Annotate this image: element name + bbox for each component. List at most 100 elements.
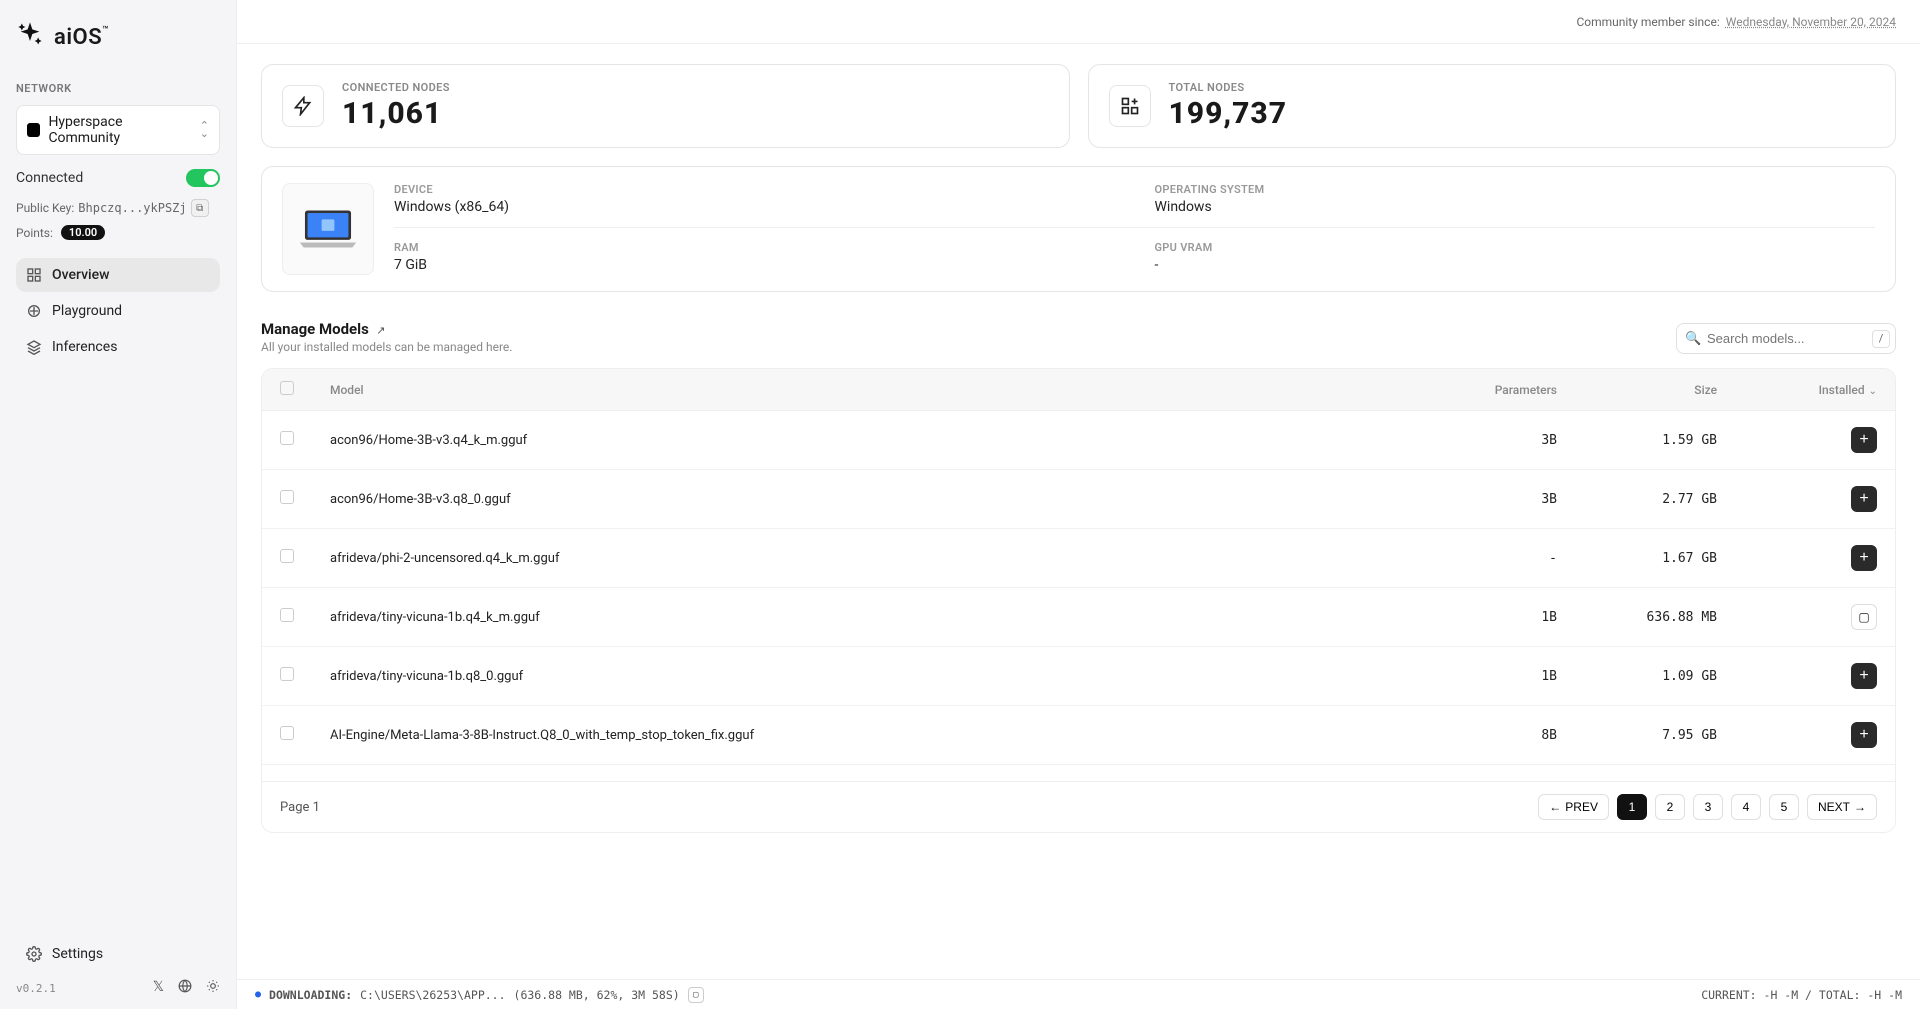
sidebar: aiOS™ NETWORK Hyperspace Community ⌃⌄ Co… [0, 0, 236, 1009]
add-model-button[interactable]: + [1851, 663, 1877, 689]
member-since-value: Wednesday, November 20, 2024 [1726, 15, 1896, 29]
search-input[interactable] [1676, 323, 1896, 354]
table-row: akjindal53244/Llama-3.1-Storm-8B.Q4_K_M.… [262, 765, 1895, 782]
add-model-button[interactable]: + [1851, 486, 1877, 512]
model-action: ▢ [1735, 588, 1895, 647]
col-model[interactable]: Model [312, 369, 1415, 411]
row-checkbox[interactable] [280, 490, 294, 504]
model-params: 3B [1415, 411, 1575, 470]
connected-toggle[interactable] [186, 169, 220, 187]
points-badge: 10.00 [61, 225, 105, 240]
models-table: Model Parameters Size Installed⌄ acon96/… [261, 368, 1896, 833]
models-table-scroll[interactable]: Model Parameters Size Installed⌄ acon96/… [262, 369, 1895, 781]
model-size: 7.95 GB [1575, 706, 1735, 765]
prev-button[interactable]: ←PREV [1538, 794, 1609, 820]
page-1[interactable]: 1 [1617, 794, 1647, 820]
row-checkbox[interactable] [280, 549, 294, 563]
table-row: afrideva/phi-2-uncensored.q4_k_m.gguf-1.… [262, 529, 1895, 588]
arrow-right-icon: → [1854, 800, 1866, 814]
model-size: 4.58 GB [1575, 765, 1735, 782]
row-checkbox[interactable] [280, 726, 294, 740]
slash-shortcut-icon: / [1872, 330, 1890, 348]
public-key-value: Bhpczq...ykPSZj [78, 201, 186, 215]
page-label: Page 1 [280, 800, 320, 815]
device-value: Windows (x86_64) [394, 199, 1115, 215]
model-size: 1.59 GB [1575, 411, 1735, 470]
row-checkbox[interactable] [280, 667, 294, 681]
model-size: 636.88 MB [1575, 588, 1735, 647]
total-nodes-card: TOTAL NODES 199,737 [1088, 64, 1897, 148]
model-action: + [1735, 529, 1895, 588]
stop-icon[interactable]: ▢ [688, 987, 704, 1003]
col-size[interactable]: Size [1575, 369, 1735, 411]
sparkle-icon [26, 303, 42, 319]
page-4[interactable]: 4 [1731, 794, 1761, 820]
col-parameters[interactable]: Parameters [1415, 369, 1575, 411]
next-button[interactable]: NEXT→ [1807, 794, 1877, 820]
external-link-icon[interactable]: ↗ [376, 324, 385, 337]
logo: aiOS™ [16, 20, 220, 54]
select-all-checkbox[interactable] [280, 381, 294, 395]
chevron-down-icon: ⌄ [1869, 386, 1877, 397]
nav-settings[interactable]: Settings [16, 937, 220, 971]
model-name: akjindal53244/Llama-3.1-Storm-8B.Q4_K_M.… [312, 765, 1415, 782]
vram-value: - [1155, 257, 1876, 273]
add-model-button[interactable]: + [1851, 545, 1877, 571]
model-action: + [1735, 706, 1895, 765]
x-logo-icon[interactable]: 𝕏 [153, 979, 164, 997]
model-action: + [1735, 647, 1895, 706]
os-value: Windows [1155, 199, 1876, 215]
model-params: 3B [1415, 470, 1575, 529]
table-row: AI-Engine/Meta-Llama-3-8B-Instruct.Q8_0_… [262, 706, 1895, 765]
connected-label: Connected [16, 170, 83, 186]
public-key-row: Public Key: Bhpczq...ykPSZj ⧉ [16, 199, 220, 217]
model-params: 8B [1415, 765, 1575, 782]
status-state: DOWNLOADING: [269, 988, 352, 1002]
model-name: afrideva/phi-2-uncensored.q4_k_m.gguf [312, 529, 1415, 588]
layers-icon [26, 339, 42, 355]
row-checkbox[interactable] [280, 608, 294, 622]
chevron-updown-icon: ⌃⌄ [200, 122, 209, 138]
network-selector[interactable]: Hyperspace Community ⌃⌄ [16, 105, 220, 155]
model-name: afrideva/tiny-vicuna-1b.q8_0.gguf [312, 647, 1415, 706]
add-model-button[interactable]: + [1851, 427, 1877, 453]
model-params: 1B [1415, 647, 1575, 706]
globe-icon[interactable] [178, 979, 192, 997]
page-2[interactable]: 2 [1655, 794, 1685, 820]
stop-download-button[interactable]: ▢ [1851, 604, 1877, 630]
page-3[interactable]: 3 [1693, 794, 1723, 820]
brand-name: aiOS™ [54, 25, 109, 50]
nav-playground[interactable]: Playground [16, 294, 220, 328]
arrow-left-icon: ← [1549, 800, 1561, 814]
pager: Page 1 ←PREV 1 2 3 4 5 NEXT→ [262, 781, 1895, 832]
total-nodes-value: 199,737 [1169, 96, 1288, 131]
sidebar-bottom: v0.2.1 𝕏 [16, 979, 220, 997]
points-row: Points: 10.00 [16, 225, 220, 240]
model-params: 1B [1415, 588, 1575, 647]
connected-nodes-value: 11,061 [342, 96, 450, 131]
table-row: afrideva/tiny-vicuna-1b.q4_k_m.gguf1B636… [262, 588, 1895, 647]
row-checkbox[interactable] [280, 431, 294, 445]
network-icon [27, 123, 40, 137]
bolt-icon [282, 85, 324, 127]
model-params: - [1415, 529, 1575, 588]
device-card: DEVICE Windows (x86_64) OPERATING SYSTEM… [261, 166, 1896, 292]
model-size: 1.09 GB [1575, 647, 1735, 706]
status-right: CURRENT: -H -M / TOTAL: -H -M [1701, 988, 1902, 1002]
member-since-label: Community member since: [1576, 15, 1719, 29]
page-5[interactable]: 5 [1769, 794, 1799, 820]
search-icon: 🔍 [1685, 331, 1701, 346]
copy-icon[interactable]: ⧉ [191, 199, 209, 217]
nav-overview[interactable]: Overview [16, 258, 220, 292]
theme-icon[interactable] [206, 979, 220, 997]
add-model-button[interactable]: + [1851, 722, 1877, 748]
nav-inferences[interactable]: Inferences [16, 330, 220, 364]
model-size: 1.67 GB [1575, 529, 1735, 588]
laptop-icon [282, 183, 374, 275]
model-params: 8B [1415, 706, 1575, 765]
table-row: afrideva/tiny-vicuna-1b.q8_0.gguf1B1.09 … [262, 647, 1895, 706]
network-section-label: NETWORK [16, 82, 220, 95]
manage-models-title: Manage Models ↗ [261, 320, 512, 338]
col-installed[interactable]: Installed⌄ [1735, 369, 1895, 411]
model-size: 2.77 GB [1575, 470, 1735, 529]
